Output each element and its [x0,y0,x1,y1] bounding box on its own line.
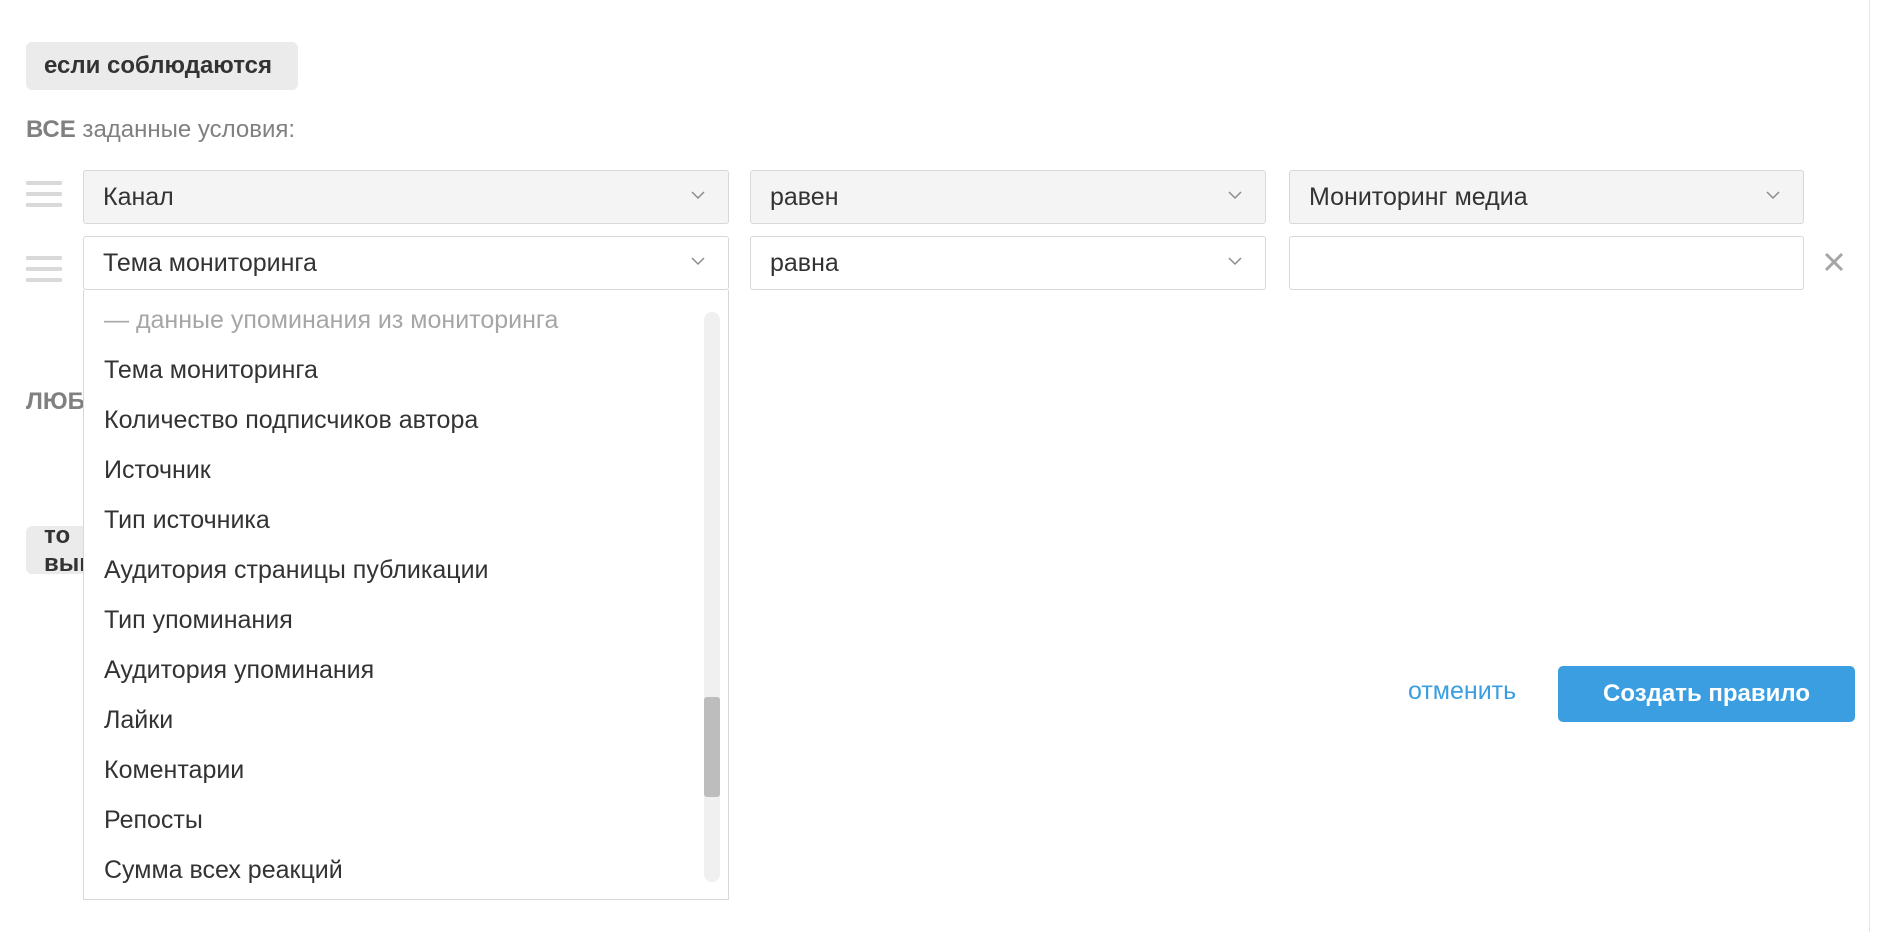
all-conditions-strong: ВСЕ [26,116,76,143]
condition-2-operator-select[interactable]: равна [750,236,1266,290]
dropdown-option[interactable]: Количество подписчиков автора [104,406,478,435]
drag-handle-icon[interactable] [26,256,62,288]
if-condition-label: если соблюдаются [44,52,272,79]
chevron-down-icon [1228,257,1242,266]
field-dropdown-list[interactable]: — данные упоминания из мониторинга Тема … [83,290,729,900]
cancel-link[interactable]: отменить [1408,677,1516,706]
condition-1-operator-select[interactable]: равен [750,170,1266,224]
condition-2-field-select[interactable]: Тема мониторинга [83,236,729,290]
condition-2-field-value: Тема мониторинга [103,248,317,277]
dropdown-option[interactable]: Аудитория упоминания [104,656,374,685]
create-rule-button[interactable]: Создать правило [1558,666,1855,722]
all-conditions-label: ВСЕ заданные условия: [26,116,295,144]
chevron-down-icon [691,257,705,266]
any-conditions-label: ЛЮБЫЕ [26,388,86,415]
dropdown-option[interactable]: Сумма всех реакций [104,856,343,885]
dropdown-option[interactable]: Источник [104,456,211,485]
close-icon[interactable] [1822,250,1846,274]
dropdown-scrollbar[interactable] [704,312,720,882]
dropdown-option[interactable]: Аудитория страницы публикации [104,556,489,585]
dropdown-option[interactable]: Тип упоминания [104,606,293,635]
condition-1-field-value: Канал [103,182,174,211]
rule-editor: если соблюдаются ВСЕ заданные условия: К… [0,0,1894,932]
all-conditions-rest: заданные условия: [75,116,296,143]
chevron-down-icon [691,191,705,200]
chevron-down-icon [1766,191,1780,200]
scrollbar-thumb[interactable] [704,697,720,797]
drag-handle-icon[interactable] [26,181,62,213]
chevron-down-icon [1228,191,1242,200]
condition-2-value-input[interactable] [1289,236,1804,290]
dropdown-option[interactable]: Тема мониторинга [104,356,318,385]
condition-1-value-select[interactable]: Мониторинг медиа [1289,170,1804,224]
dropdown-option[interactable]: Коментарии [104,756,244,785]
dropdown-option[interactable]: Тип источника [104,506,270,535]
condition-1-operator-value: равен [770,182,839,211]
condition-1-field-select[interactable]: Канал [83,170,729,224]
if-condition-pill[interactable]: если соблюдаются [26,42,298,90]
dropdown-option[interactable]: Лайки [104,706,173,735]
panel-divider [1869,0,1870,932]
condition-1-value-value: Мониторинг медиа [1309,182,1528,211]
dropdown-option[interactable]: Репосты [104,806,203,835]
dropdown-group-label: — данные упоминания из мониторинга [104,306,559,334]
condition-2-operator-value: равна [770,248,839,277]
